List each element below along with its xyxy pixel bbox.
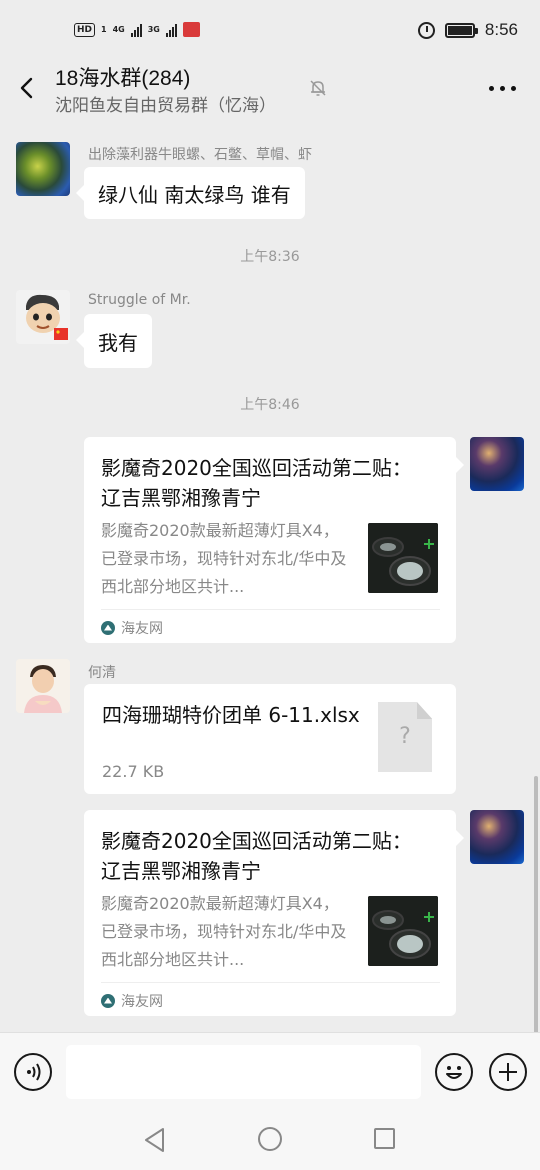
file-size: 22.7 KB: [102, 762, 165, 781]
source-logo-icon: [101, 620, 115, 635]
bell-off-icon: [310, 80, 326, 96]
message-bubble[interactable]: 绿八仙 南太绿鸟 谁有: [76, 167, 305, 219]
self-avatar[interactable]: [470, 810, 524, 864]
file-message[interactable]: 四海珊瑚特价团单 6-11.xlsx 22.7 KB ?: [84, 684, 456, 794]
scrollbar[interactable]: [534, 776, 538, 1034]
emoji-icon[interactable]: [435, 1053, 473, 1091]
unknown-file-icon: ?: [378, 702, 432, 772]
source-name: 海友网: [121, 620, 163, 637]
message-list[interactable]: 出除藻利器牛眼螺、石鳖、草帽、虾 绿八仙 南太绿鸟 谁有 上午8:36 Stru…: [0, 120, 540, 1034]
nav-recents-icon[interactable]: [374, 1128, 395, 1149]
clock: 8:56: [484, 20, 518, 39]
plus-icon[interactable]: [489, 1053, 527, 1091]
card-title: 影魔奇2020全国巡回活动第二贴： 辽吉黑鄂湘豫青宁: [101, 456, 412, 510]
timestamp: 上午8:36: [240, 249, 300, 265]
hd-badge: HD: [74, 22, 96, 37]
voice-icon[interactable]: [14, 1053, 52, 1091]
source-logo-icon: [101, 993, 115, 1008]
app-notification-icon: [182, 22, 200, 37]
more-dots-icon[interactable]: [489, 76, 516, 100]
chevron-left-icon[interactable]: [14, 72, 42, 104]
nav-home-icon[interactable]: [258, 1127, 282, 1151]
battery-icon: [444, 22, 478, 38]
avatar[interactable]: [16, 659, 70, 713]
signal-icon: [130, 23, 142, 37]
alarm-icon: [417, 21, 435, 39]
source-name: 海友网: [121, 993, 163, 1010]
card-title: 影魔奇2020全国巡回活动第二贴： 辽吉黑鄂湘豫青宁: [101, 829, 412, 883]
network-3g: 3G: [147, 24, 160, 34]
card-thumbnail: [368, 896, 438, 966]
card-source: 海友网: [101, 982, 440, 1018]
self-avatar[interactable]: [470, 437, 524, 491]
avatar[interactable]: [16, 290, 70, 344]
chat-title: 18海水群(284): [55, 67, 191, 90]
link-card[interactable]: 影魔奇2020全国巡回活动第二贴： 辽吉黑鄂湘豫青宁 影魔奇2020款最新超薄灯…: [84, 437, 464, 645]
timestamp: 上午8:46: [240, 397, 300, 413]
input-bar: [0, 1032, 540, 1116]
message-input[interactable]: [66, 1045, 421, 1099]
network-4g: 4G: [112, 24, 125, 34]
sender-name: Struggle of Mr.: [88, 292, 191, 308]
status-bar: HD 1 4G 3G 8:56: [0, 0, 540, 62]
nav-back-icon[interactable]: [143, 1126, 167, 1154]
link-card[interactable]: 影魔奇2020全国巡回活动第二贴： 辽吉黑鄂湘豫青宁 影魔奇2020款最新超薄灯…: [84, 810, 464, 1018]
avatar[interactable]: [16, 142, 70, 196]
file-name: 四海珊瑚特价团单 6-11.xlsx: [102, 703, 360, 727]
chat-subtitle: 沈阳鱼友自由贸易群（忆海）: [55, 96, 276, 116]
message-bubble[interactable]: 我有: [76, 314, 152, 368]
chat-header: 18海水群(284) 沈阳鱼友自由贸易群（忆海）: [0, 62, 540, 120]
signal-icon-2: [165, 23, 177, 37]
card-body: 影魔奇2020款最新超薄灯具X4，已登录市场，现特针对东北/华中及西北部分地区共…: [101, 517, 440, 601]
card-description: 影魔奇2020款最新超薄灯具X4，已登录市场，现特针对东北/华中及西北部分地区共…: [101, 894, 347, 969]
hd-sub: 1: [101, 24, 107, 34]
card-thumbnail: [368, 523, 438, 593]
card-source: 海友网: [101, 609, 440, 645]
status-left: HD 1 4G 3G: [74, 22, 200, 37]
sender-name: 出除藻利器牛眼螺、石鳖、草帽、虾: [88, 147, 312, 163]
sender-name: 何清: [88, 665, 116, 681]
system-nav-bar: [0, 1116, 540, 1170]
card-description: 影魔奇2020款最新超薄灯具X4，已登录市场，现特针对东北/华中及西北部分地区共…: [101, 521, 347, 596]
status-right: 8:56: [417, 20, 518, 40]
card-body: 影魔奇2020款最新超薄灯具X4，已登录市场，现特针对东北/华中及西北部分地区共…: [101, 890, 440, 974]
